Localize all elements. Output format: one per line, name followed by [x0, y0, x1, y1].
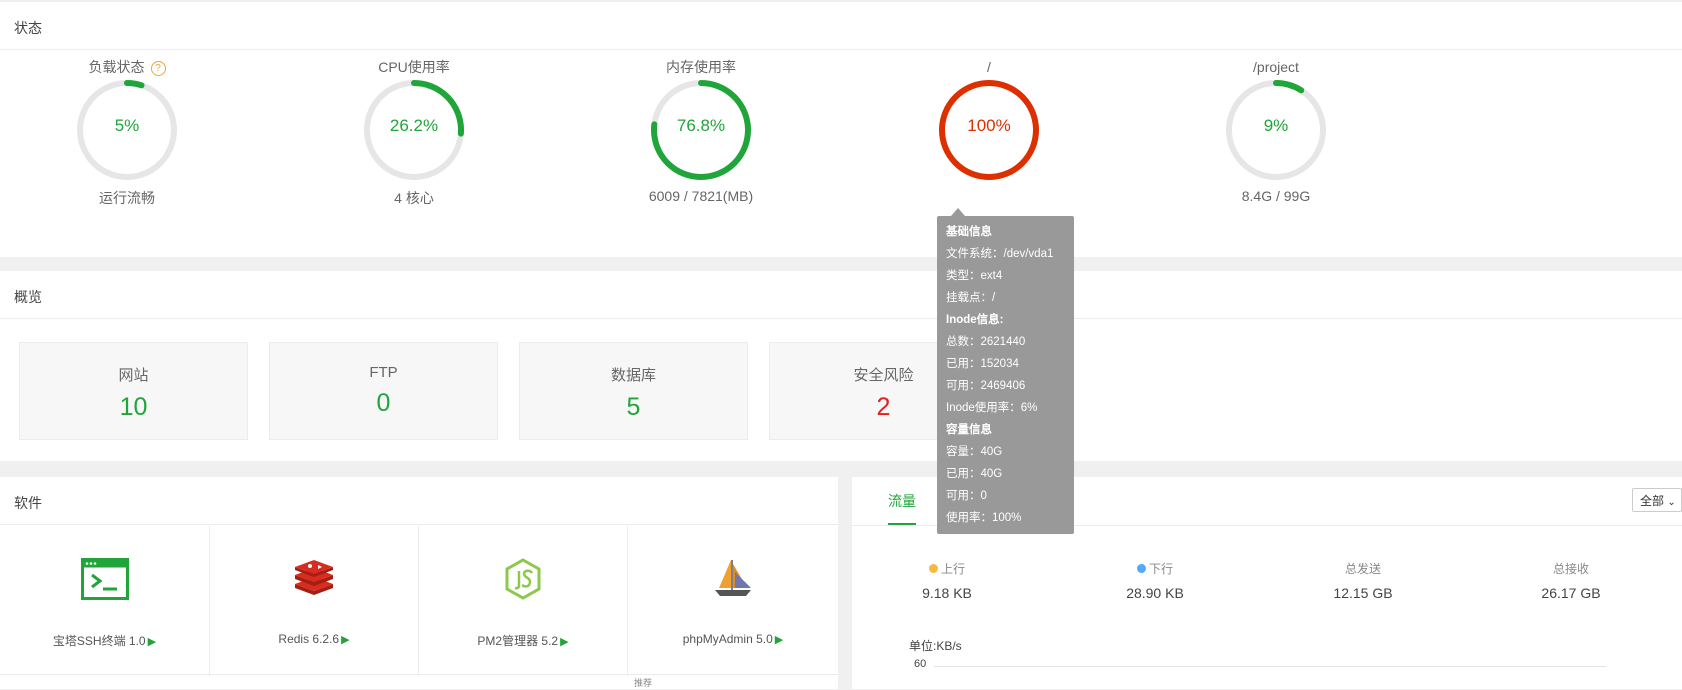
stat-value: 28.90 KB: [1126, 585, 1184, 601]
software-item-phpmyadmin[interactable]: phpMyAdmin 5.0 ▶: [628, 526, 838, 676]
download-dot-icon: [1136, 564, 1146, 573]
gauge-ring: 26.2%: [362, 78, 466, 182]
gauge-sub: 4 核心: [394, 190, 434, 206]
tooltip-line: Inode使用率：6%: [946, 402, 1038, 414]
upload-dot-icon: [928, 564, 938, 573]
gauge-title: /project: [1253, 59, 1299, 75]
help-icon[interactable]: ?: [150, 61, 166, 76]
stat-upload: 上行 9.18 KB: [877, 560, 1017, 601]
card-label: 网站: [118, 367, 149, 384]
status-panel: 状态 负载状态? 5% 运行流畅 CPU使用率 26.2% 4 核心 内存使用率…: [0, 2, 1682, 257]
software-name: Redis 6.2.6: [278, 632, 340, 646]
overview-card-database[interactable]: 数据库 5: [519, 342, 748, 440]
gauge-cpu[interactable]: CPU使用率 26.2% 4 核心: [344, 50, 484, 208]
tooltip-line: 文件系统：/dev/vda1: [946, 248, 1054, 260]
gauge-ring: 100%: [937, 78, 1041, 182]
recommend-badge: 推荐: [634, 678, 653, 688]
stat-download: 下行 28.90 KB: [1085, 560, 1225, 601]
tooltip-line: 可用：0: [946, 490, 987, 502]
phpmyadmin-icon: [713, 558, 753, 605]
gauge-ring: 76.8%: [649, 78, 753, 182]
software-item-redis[interactable]: Redis 6.2.6 ▶: [210, 526, 419, 676]
software-name: phpMyAdmin 5.0: [682, 632, 773, 646]
gauge-title: CPU使用率: [378, 59, 450, 75]
interface-select[interactable]: 全部 ⌄: [1632, 488, 1682, 512]
gauge-ring: 9%: [1224, 78, 1328, 182]
software-title: 软件: [0, 477, 838, 525]
terminal-icon: [80, 558, 129, 605]
stat-value: 12.15 GB: [1333, 585, 1393, 601]
gauge-ring: 5%: [75, 78, 179, 182]
tooltip-line: 容量：40G: [946, 446, 1003, 458]
tab-traffic[interactable]: 流量: [888, 491, 916, 525]
play-icon[interactable]: ▶: [148, 636, 156, 648]
tooltip-line: 类型：ext4: [946, 270, 1003, 282]
gauge-value: 76.8%: [676, 116, 726, 135]
tooltip-line: 容量信息: [946, 424, 992, 436]
software-next-row: [0, 674, 838, 690]
status-title: 状态: [0, 2, 1682, 50]
stat-total-received: 总接收 26.17 GB: [1501, 560, 1641, 601]
tooltip-arrow: [951, 208, 965, 216]
gauge-memory[interactable]: 内存使用率 76.8% 6009 / 7821(MB): [631, 50, 771, 204]
chart-gridline: [934, 666, 1606, 667]
tooltip-line: Inode信息:: [946, 314, 1004, 326]
gauge-value: 9%: [1263, 116, 1289, 135]
tooltip-line: 已用：152034: [946, 358, 1019, 370]
gauge-sub: 6009 / 7821(MB): [648, 188, 754, 204]
tooltip-line: 基础信息: [946, 226, 992, 238]
tooltip-line: 可用：2469406: [946, 380, 1026, 392]
stat-label: 下行: [1148, 562, 1173, 576]
chart-unit-label: 单位:KB/s: [909, 639, 962, 653]
gauge-load[interactable]: 负载状态? 5% 运行流畅: [57, 50, 197, 208]
tooltip-line: 总数：2621440: [946, 336, 1026, 348]
overview-panel: 概览 网站 10 FTP 0 数据库 5 安全风险 2: [0, 271, 1682, 461]
stat-total-sent: 总发送 12.15 GB: [1293, 560, 1433, 601]
stat-label: 总发送: [1344, 562, 1381, 576]
stat-label: 总接收: [1552, 562, 1589, 576]
stat-value: 26.17 GB: [1541, 585, 1601, 601]
disk-info-tooltip: 基础信息 文件系统：/dev/vda1 类型：ext4 挂载点：/ Inode信…: [937, 208, 1074, 534]
tooltip-line: 使用率：100%: [946, 512, 1022, 524]
chevron-down-icon: ⌄: [1667, 497, 1676, 508]
redis-icon: [293, 558, 335, 605]
gauge-sub: 运行流畅: [99, 190, 155, 206]
gauge-disk-project[interactable]: /project 9% 8.4G / 99G: [1206, 50, 1346, 204]
card-value[interactable]: 10: [20, 393, 247, 422]
software-item-pm2[interactable]: PM2管理器 5.2 ▶: [419, 526, 628, 676]
tooltip-line: 已用：40G: [946, 468, 1003, 480]
stat-label: 上行: [940, 562, 965, 576]
play-icon[interactable]: ▶: [775, 634, 783, 646]
gauge-sub: 8.4G / 99G: [1241, 188, 1311, 204]
gauge-value: 100%: [967, 116, 1011, 135]
nodejs-icon: [504, 558, 542, 605]
gauge-title: /: [987, 59, 991, 75]
card-label: FTP: [369, 364, 398, 381]
overview-card-ftp[interactable]: FTP 0: [269, 342, 498, 440]
software-name: PM2管理器 5.2: [477, 634, 559, 648]
gauge-value: 5%: [114, 116, 140, 135]
select-value: 全部: [1640, 494, 1665, 508]
y-tick-label: 60: [914, 658, 927, 670]
gauge-title: 内存使用率: [666, 59, 736, 75]
stat-value: 9.18 KB: [922, 585, 972, 601]
gauge-value: 26.2%: [389, 116, 439, 135]
overview-title: 概览: [0, 271, 1682, 319]
overview-card-sites[interactable]: 网站 10: [19, 342, 248, 440]
play-icon[interactable]: ▶: [560, 636, 568, 648]
gauge-title: 负载状态: [88, 59, 145, 75]
gauge-disk-root[interactable]: / 100%: [919, 50, 1059, 188]
card-value[interactable]: 0: [270, 389, 497, 418]
tooltip-line: 挂载点：/: [946, 292, 996, 304]
card-label: 数据库: [610, 367, 656, 384]
software-item-ssh[interactable]: 宝塔SSH终端 1.0 ▶: [0, 526, 210, 676]
play-icon[interactable]: ▶: [341, 634, 349, 646]
software-name: 宝塔SSH终端 1.0: [52, 634, 146, 648]
software-panel: 软件 宝塔SSH终端 1.0 ▶ Redis 6.2.6 ▶ PM2管理器 5.…: [0, 477, 838, 689]
card-value[interactable]: 5: [520, 393, 747, 422]
